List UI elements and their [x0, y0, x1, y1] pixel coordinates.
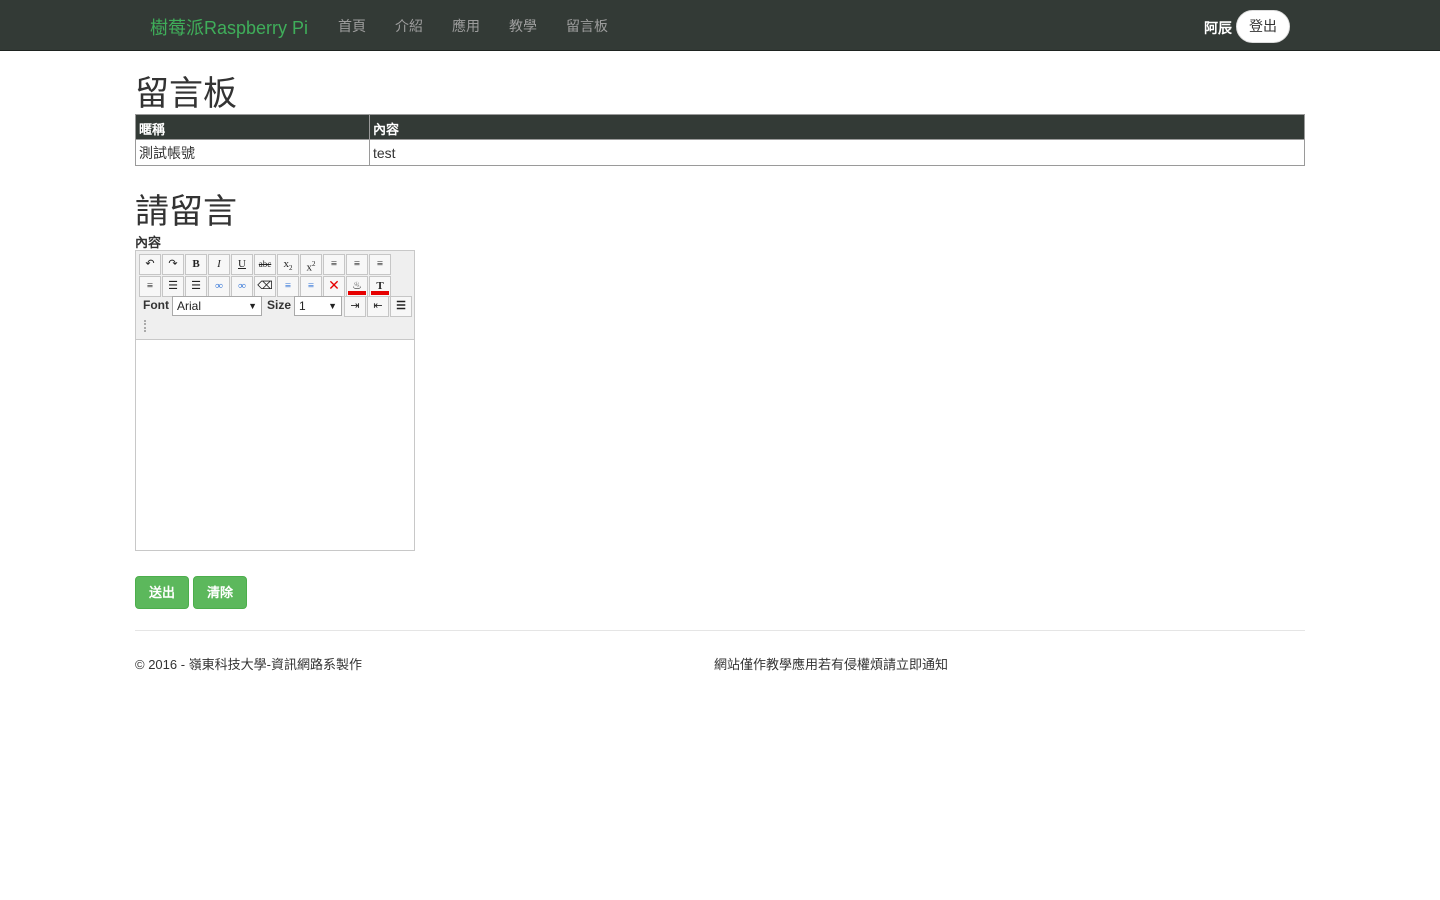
toolbar-grip-icon[interactable]	[144, 320, 146, 332]
clear-button[interactable]: 清除	[193, 576, 247, 609]
horizontal-rule-icon[interactable]: ☰	[390, 296, 412, 317]
align-center-icon[interactable]: ≡	[346, 254, 368, 275]
strikethrough-icon[interactable]: abc	[254, 254, 276, 275]
content-label: 內容	[135, 235, 162, 250]
nav-item-board[interactable]: 留言板	[566, 16, 608, 36]
indent-icon[interactable]: ⇥	[344, 296, 366, 317]
remove-format-icon[interactable]: ≡	[300, 276, 322, 297]
italic-icon[interactable]: I	[208, 254, 230, 275]
size-select-value: 1	[299, 299, 306, 313]
table-row: 測試帳號 test	[135, 139, 1305, 166]
column-header-content: 內容	[369, 114, 1305, 140]
editor-content-area[interactable]	[136, 341, 414, 550]
chevron-down-icon: ▼	[248, 301, 257, 311]
nav-item-apps[interactable]: 應用	[452, 16, 480, 36]
board-title: 留言板	[135, 75, 237, 113]
table-header-row: 暱稱 內容	[135, 114, 1305, 140]
underline-icon[interactable]: U	[231, 254, 253, 275]
align-justify-icon[interactable]: ≡	[139, 276, 161, 297]
brand-link[interactable]: 樹莓派Raspberry Pi	[150, 14, 308, 40]
superscript-icon[interactable]: x2	[300, 254, 322, 275]
nav-item-home[interactable]: 首頁	[338, 16, 366, 36]
message-table: 暱稱 內容 測試帳號 test	[135, 114, 1305, 166]
cell-nickname: 測試帳號	[135, 139, 370, 166]
undo-icon[interactable]: ↶	[139, 254, 161, 275]
bold-icon[interactable]: B	[185, 254, 207, 275]
font-select[interactable]: Arial ▼	[172, 296, 262, 316]
logout-button[interactable]: 登出	[1236, 10, 1290, 43]
chevron-down-icon: ▼	[328, 301, 337, 311]
eraser-icon[interactable]: ⌫	[254, 276, 276, 297]
unlink-icon[interactable]: ∞	[231, 276, 253, 297]
subscript-icon[interactable]: x2	[277, 254, 299, 275]
form-title: 請留言	[135, 193, 237, 231]
background-color-icon[interactable]: ♨	[346, 276, 368, 297]
delete-icon[interactable]: ✕	[323, 276, 345, 297]
editor-toolbar: ↶ ↷ B I U abc x2 x2 ≡ ≡ ≡ ≡ ☰ ☰ ∞ ∞ ⌫ ≡ …	[136, 251, 414, 340]
link-icon[interactable]: ∞	[208, 276, 230, 297]
size-select[interactable]: 1 ▼	[294, 296, 342, 316]
footer-notice: 網站僅作教學應用若有侵權煩請立即通知	[714, 657, 949, 672]
footer-copyright: © 2016 - 嶺東科技大學-資訊網路系製作	[135, 657, 362, 672]
footer-divider	[135, 630, 1305, 631]
unordered-list-icon[interactable]: ☰	[185, 276, 207, 297]
outdent-icon[interactable]: ⇤	[367, 296, 389, 317]
redo-icon[interactable]: ↷	[162, 254, 184, 275]
size-label: Size	[267, 298, 292, 312]
align-left-icon[interactable]: ≡	[323, 254, 345, 275]
user-name: 阿辰	[1204, 20, 1232, 36]
text-color-icon[interactable]: T	[369, 276, 391, 297]
nav-menu: 首頁 介紹 應用 教學 留言板	[338, 16, 637, 36]
format-block-icon[interactable]: ≡	[277, 276, 299, 297]
navbar: 樹莓派Raspberry Pi 首頁 介紹 應用 教學 留言板 阿辰 登出	[0, 0, 1440, 51]
send-button[interactable]: 送出	[135, 576, 189, 609]
cell-content: test	[369, 139, 1305, 166]
ordered-list-icon[interactable]: ☰	[162, 276, 184, 297]
font-label: Font	[143, 298, 169, 312]
rich-text-editor: ↶ ↷ B I U abc x2 x2 ≡ ≡ ≡ ≡ ☰ ☰ ∞ ∞ ⌫ ≡ …	[135, 250, 415, 551]
font-select-value: Arial	[177, 299, 202, 313]
column-header-nickname: 暱稱	[135, 114, 370, 140]
nav-item-intro[interactable]: 介紹	[395, 16, 423, 36]
align-right-icon[interactable]: ≡	[369, 254, 391, 275]
nav-item-tutorial[interactable]: 教學	[509, 16, 537, 36]
